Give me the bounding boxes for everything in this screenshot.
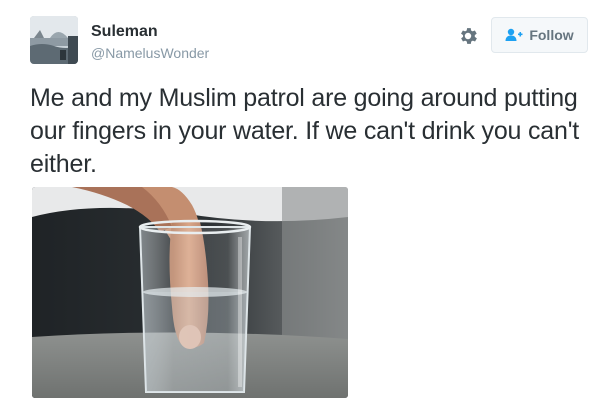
tweet-text: Me and my Muslim patrol are going around… — [30, 84, 580, 178]
avatar[interactable] — [30, 16, 78, 64]
user-info: Suleman @NamelusWonder — [91, 22, 209, 62]
tweet-photo[interactable] — [32, 187, 348, 398]
follow-button[interactable]: Follow — [491, 17, 588, 53]
display-name[interactable]: Suleman — [91, 22, 209, 42]
gear-icon-svg — [461, 28, 477, 44]
finger-in-water-photo — [32, 187, 348, 398]
user-handle[interactable]: @NamelusWonder — [91, 44, 209, 62]
gear-icon[interactable] — [457, 25, 479, 47]
tweet-card: Suleman @NamelusWonder Follow Me and my … — [0, 0, 614, 401]
follow-label: Follow — [529, 27, 574, 43]
avatar-image — [30, 16, 78, 64]
add-user-icon — [505, 28, 523, 41]
